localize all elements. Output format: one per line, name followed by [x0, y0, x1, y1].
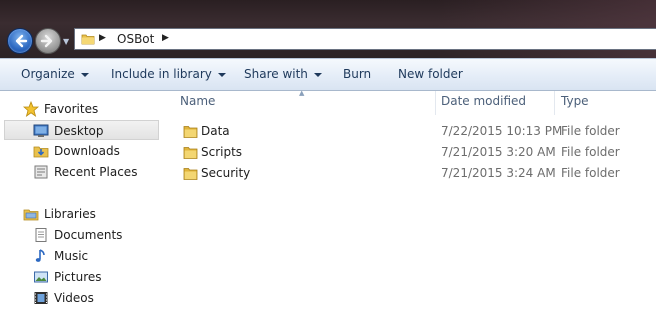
nav-item-videos[interactable]: Videos: [33, 288, 159, 308]
file-date: 7/21/2015 3:24 AM: [441, 166, 556, 180]
folder-icon: [183, 168, 198, 180]
nav-item-recent-places[interactable]: Recent Places: [33, 162, 159, 182]
organize-button[interactable]: Organize: [21, 67, 89, 81]
documents-icon: [35, 228, 47, 242]
breadcrumb-separator-icon[interactable]: ▶: [162, 33, 169, 43]
column-header-name[interactable]: Name: [180, 94, 215, 112]
recent-pages-dropdown-icon[interactable]: ▼: [63, 37, 69, 46]
column-header-date-modified[interactable]: Date modified: [441, 94, 526, 112]
file-date: 7/22/2015 10:13 PM: [441, 124, 563, 138]
share-with-button[interactable]: Share with: [244, 67, 322, 81]
column-header-label: Date modified: [441, 94, 527, 108]
recent-places-icon: [34, 165, 48, 179]
nav-item-music[interactable]: Music: [33, 246, 159, 266]
breadcrumb-item[interactable]: OSBot: [117, 32, 154, 46]
nav-libraries-header[interactable]: Libraries: [23, 204, 163, 224]
organize-label: Organize: [21, 67, 75, 81]
chevron-down-icon: [80, 72, 89, 77]
column-divider[interactable]: [554, 91, 555, 115]
nav-item-label: Music: [54, 249, 89, 263]
libraries-icon: [23, 209, 39, 221]
nav-favorites-label: Favorites: [44, 102, 99, 116]
file-type: File folder: [561, 124, 620, 138]
forward-button[interactable]: [35, 28, 61, 54]
column-divider[interactable]: [435, 91, 436, 115]
nav-item-desktop[interactable]: Desktop: [4, 120, 159, 140]
nav-favorites-header[interactable]: Favorites: [23, 99, 163, 119]
file-type: File folder: [561, 145, 620, 159]
command-bar: Organize Include in library Share with B…: [0, 58, 656, 91]
pictures-icon: [34, 271, 48, 283]
videos-icon: [34, 292, 48, 304]
file-date: 7/21/2015 3:20 AM: [441, 145, 556, 159]
breadcrumb-separator-icon[interactable]: ▶: [99, 33, 106, 43]
nav-item-label: Downloads: [54, 144, 120, 158]
back-button[interactable]: [7, 28, 33, 54]
table-row[interactable]: Data 7/22/2015 10:13 PM File folder: [180, 121, 656, 142]
share-with-label: Share with: [244, 67, 308, 81]
column-header-label: Type: [561, 94, 589, 108]
column-header-label: Name: [180, 94, 216, 108]
forward-arrow-icon: [40, 34, 53, 48]
chevron-down-icon: [217, 72, 226, 77]
folder-icon: [183, 147, 198, 159]
nav-item-label: Recent Places: [54, 165, 138, 179]
sort-ascending-icon: ▲: [299, 89, 305, 97]
table-row[interactable]: Scripts 7/21/2015 3:20 AM File folder: [180, 142, 656, 163]
file-name: Scripts: [201, 145, 243, 159]
folder-icon: [183, 126, 198, 138]
pane-splitter[interactable]: [163, 91, 172, 314]
file-type: File folder: [561, 166, 620, 180]
file-name: Data: [201, 124, 230, 138]
nav-item-label: Documents: [54, 228, 123, 242]
music-icon: [35, 249, 45, 262]
column-header-type[interactable]: Type: [561, 94, 589, 112]
nav-libraries-label: Libraries: [44, 207, 96, 221]
new-folder-label: New folder: [398, 67, 463, 81]
table-row[interactable]: Security 7/21/2015 3:24 AM File folder: [180, 163, 656, 184]
include-in-library-label: Include in library: [111, 67, 212, 81]
nav-item-downloads[interactable]: Downloads: [33, 141, 159, 161]
downloads-icon: [33, 146, 49, 158]
burn-button[interactable]: Burn: [343, 67, 371, 81]
nav-item-label: Videos: [54, 291, 94, 305]
nav-item-label: Pictures: [54, 270, 102, 284]
nav-item-documents[interactable]: Documents: [33, 225, 159, 245]
new-folder-button[interactable]: New folder: [398, 67, 463, 81]
folder-icon: [81, 34, 95, 45]
nav-item-pictures[interactable]: Pictures: [33, 267, 159, 287]
star-icon: [23, 101, 39, 117]
desktop-icon: [33, 124, 49, 137]
burn-label: Burn: [343, 67, 372, 81]
file-name: Security: [201, 166, 251, 180]
nav-item-label: Desktop: [54, 124, 104, 138]
include-in-library-button[interactable]: Include in library: [111, 67, 226, 81]
address-bar[interactable]: ▶ OSBot ▶: [74, 28, 656, 50]
back-arrow-icon: [15, 34, 28, 48]
chevron-down-icon: [313, 72, 322, 77]
